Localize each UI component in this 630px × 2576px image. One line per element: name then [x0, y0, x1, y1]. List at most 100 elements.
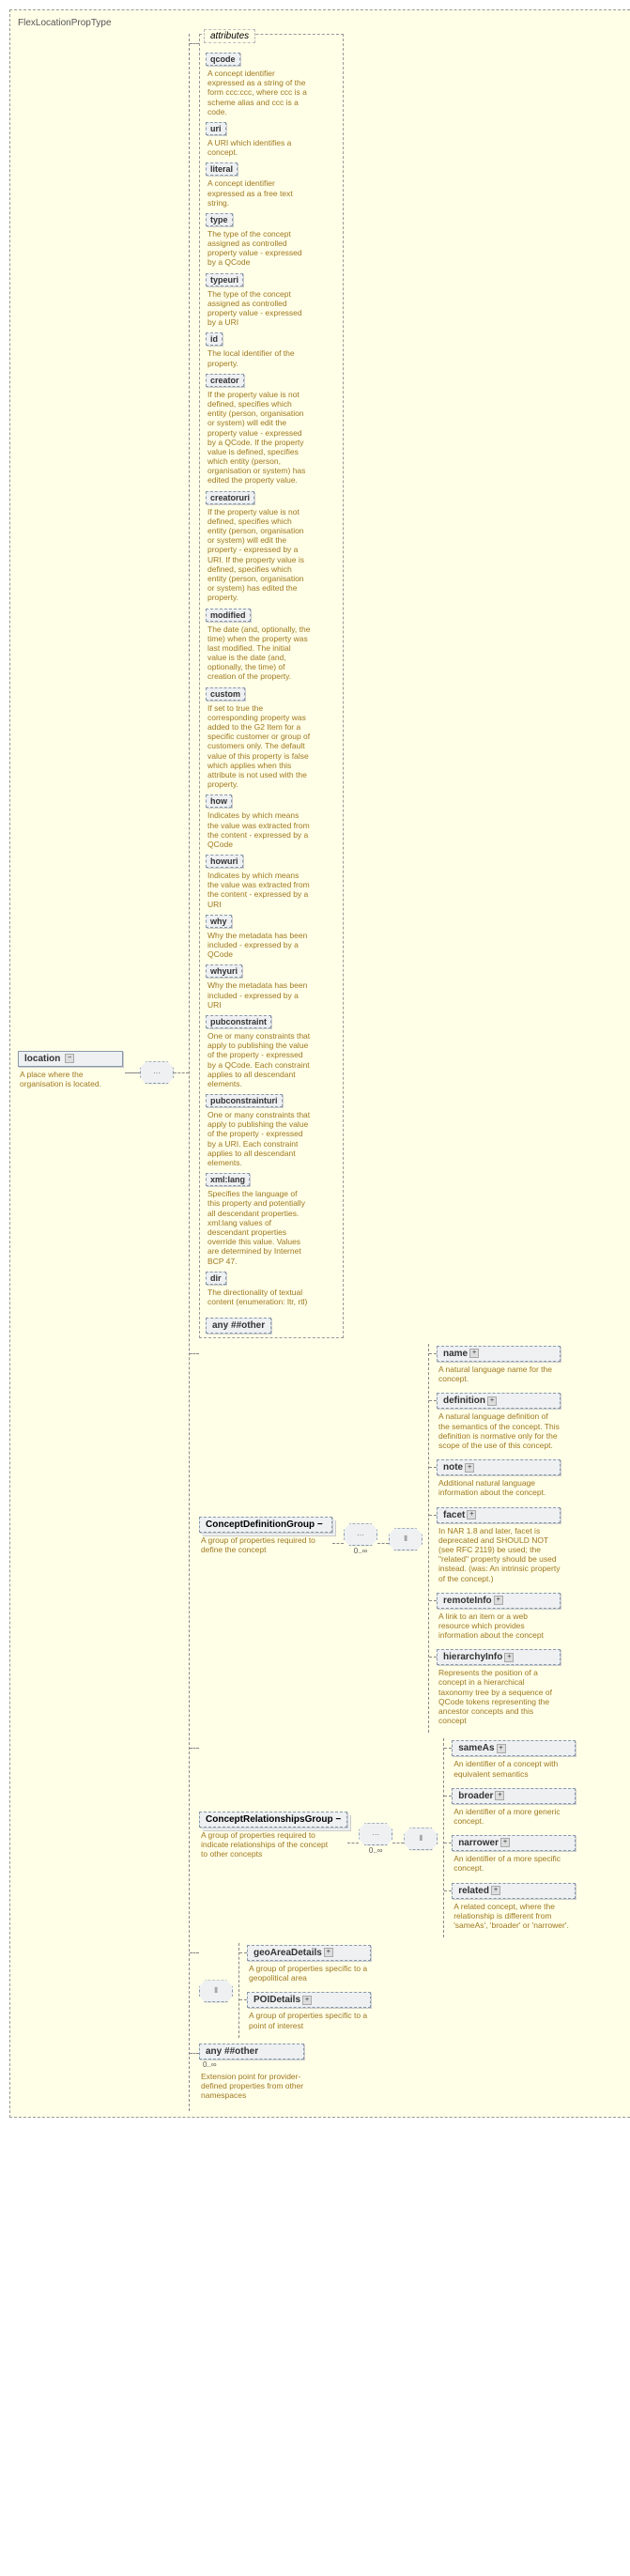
element-node[interactable]: POIDetails+ — [247, 1992, 371, 2008]
any-other-element-node[interactable]: any ##other — [199, 2044, 304, 2059]
attribute-node[interactable]: type — [206, 213, 233, 226]
attribute-node[interactable]: creator — [206, 374, 244, 387]
any-other-attr-node[interactable]: any ##other — [206, 1318, 271, 1334]
plus-icon: + — [467, 1510, 476, 1519]
attribute-node[interactable]: dir — [206, 1272, 226, 1285]
attribute-node[interactable]: id — [206, 332, 223, 346]
attribute-item: uriA URI which identifies a concept. — [206, 122, 337, 162]
concept-relationships-group-desc: A group of properties required to indica… — [199, 1828, 332, 1865]
element-desc: A natural language definition of the sem… — [437, 1409, 561, 1456]
attribute-desc: If set to true the corresponding propert… — [206, 701, 311, 795]
attribute-node[interactable]: qcode — [206, 53, 240, 66]
attribute-item: dirThe directionality of textual content… — [206, 1272, 337, 1312]
attribute-node[interactable]: uri — [206, 122, 226, 135]
attribute-node[interactable]: creatoruri — [206, 491, 254, 504]
element-node[interactable]: related+ — [452, 1883, 576, 1899]
attribute-desc: The directionality of textual content (e… — [206, 1285, 311, 1312]
attribute-desc: The type of the concept assigned as cont… — [206, 286, 311, 333]
attribute-item: pubconstrainturiOne or many constraints … — [206, 1094, 337, 1173]
plus-icon: + — [324, 1948, 333, 1957]
attribute-item: creatorIf the property value is not defi… — [206, 374, 337, 491]
plus-icon: + — [500, 1838, 510, 1847]
element-desc: A related concept, where the relationshi… — [452, 1899, 576, 1936]
attributes-box: attributes qcodeA concept identifier exp… — [199, 34, 344, 1338]
cardinality-label: 0..∞ — [369, 1845, 383, 1855]
concept-definition-group-desc: A group of properties required to define… — [199, 1533, 332, 1560]
expand-icon: − — [317, 1519, 323, 1530]
element-node[interactable]: narrower+ — [452, 1835, 576, 1851]
sequence-compositor[interactable]: ··· — [140, 1061, 174, 1084]
element-label: broader — [458, 1791, 493, 1801]
attribute-item: literalA concept identifier expressed as… — [206, 162, 337, 213]
attribute-node[interactable]: howuri — [206, 855, 243, 868]
connector-line — [332, 1543, 344, 1544]
attribute-node[interactable]: literal — [206, 162, 238, 176]
element-desc: A link to an item or a web resource whic… — [437, 1609, 561, 1646]
attribute-desc: The type of the concept assigned as cont… — [206, 226, 311, 273]
plus-icon: + — [302, 1996, 312, 2005]
cardinality-label: 0..∞ — [354, 1546, 368, 1555]
attribute-node[interactable]: modified — [206, 609, 251, 622]
sequence-compositor[interactable]: ··· — [359, 1823, 392, 1845]
plus-icon: + — [487, 1396, 497, 1406]
element-node[interactable]: note+ — [437, 1459, 561, 1475]
attribute-desc: One or many constraints that apply to pu… — [206, 1028, 311, 1094]
element-label: name — [443, 1349, 468, 1359]
any-other-desc: Extension point for provider-defined pro… — [199, 2069, 304, 2106]
element-node[interactable]: remoteInfo+ — [437, 1593, 561, 1609]
attribute-desc: A URI which identifies a concept. — [206, 135, 311, 162]
plus-icon: + — [495, 1791, 504, 1800]
element-node[interactable]: broader+ — [452, 1788, 576, 1804]
attribute-desc: A concept identifier expressed as a stri… — [206, 66, 311, 122]
element-label: geoAreaDetails — [254, 1948, 322, 1958]
root-element-node[interactable]: location − — [18, 1051, 123, 1067]
element-node[interactable]: hierarchyInfo+ — [437, 1649, 561, 1665]
attribute-item: pubconstraintOne or many constraints tha… — [206, 1015, 337, 1094]
element-desc: Additional natural language information … — [437, 1475, 561, 1503]
attribute-node[interactable]: pubconstraint — [206, 1015, 271, 1028]
attribute-item: customIf set to true the corresponding p… — [206, 687, 337, 795]
choice-compositor[interactable]: ⫴ — [404, 1828, 438, 1850]
attribute-node[interactable]: why — [206, 915, 232, 928]
attribute-item: whyWhy the metadata has been included - … — [206, 915, 337, 965]
attribute-node[interactable]: pubconstrainturi — [206, 1094, 283, 1107]
concept-relationships-group-node[interactable]: ConceptRelationshipsGroup − — [199, 1812, 347, 1828]
concept-definition-group-node[interactable]: ConceptDefinitionGroup − — [199, 1517, 332, 1533]
attribute-item: modifiedThe date (and, optionally, the t… — [206, 609, 337, 687]
complex-type-container: FlexLocationPropType location − A place … — [9, 9, 630, 2118]
element-desc: A natural language name for the concept. — [437, 1362, 561, 1389]
element-label: definition — [443, 1396, 485, 1406]
expand-icon: − — [65, 1054, 74, 1063]
attribute-item: howuriIndicates by which means the value… — [206, 855, 337, 915]
plus-icon: + — [491, 1886, 500, 1895]
element-node[interactable]: geoAreaDetails+ — [247, 1945, 371, 1961]
root-element-desc: A place where the organisation is locate… — [18, 1067, 123, 1094]
attribute-item: howIndicates by which means the value wa… — [206, 794, 337, 855]
attribute-node[interactable]: typeuri — [206, 273, 243, 286]
choice-compositor[interactable]: ⫴ — [389, 1528, 423, 1550]
attribute-node[interactable]: xml:lang — [206, 1173, 250, 1186]
attribute-node[interactable]: whyuri — [206, 964, 242, 978]
element-label: narrower — [458, 1838, 499, 1848]
attribute-desc: Specifies the language of this property … — [206, 1186, 311, 1272]
element-node[interactable]: name+ — [437, 1346, 561, 1362]
attribute-item: whyuriWhy the metadata has been included… — [206, 964, 337, 1015]
element-label: POIDetails — [254, 1995, 300, 2005]
element-desc: In NAR 1.8 and later, facet is deprecate… — [437, 1523, 561, 1589]
attribute-node[interactable]: how — [206, 794, 232, 808]
element-node[interactable]: facet+ — [437, 1507, 561, 1523]
connector-line — [125, 1072, 140, 1073]
connector-line — [174, 1072, 189, 1073]
sequence-compositor[interactable]: ··· — [344, 1523, 377, 1546]
plus-icon: + — [465, 1463, 474, 1473]
element-node[interactable]: sameAs+ — [452, 1740, 576, 1756]
choice-compositor[interactable]: ⫴ — [199, 1980, 233, 2002]
attribute-node[interactable]: custom — [206, 687, 245, 701]
attribute-desc: One or many constraints that apply to pu… — [206, 1107, 311, 1173]
element-node[interactable]: definition+ — [437, 1393, 561, 1409]
attribute-item: qcodeA concept identifier expressed as a… — [206, 53, 337, 122]
attribute-desc: Why the metadata has been included - exp… — [206, 978, 311, 1015]
plus-icon: + — [494, 1596, 503, 1605]
attribute-item: typeThe type of the concept assigned as … — [206, 213, 337, 273]
element-label: note — [443, 1462, 463, 1473]
